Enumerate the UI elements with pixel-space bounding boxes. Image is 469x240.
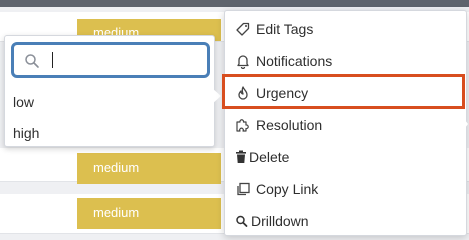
urgency-badge[interactable]: medium: [77, 198, 221, 229]
menu-item-delete[interactable]: Delete: [225, 141, 468, 173]
menu-pointer: [462, 116, 468, 132]
copy-icon: [235, 181, 251, 197]
menu-item-label: Copy Link: [256, 181, 319, 197]
bell-icon: [235, 53, 251, 69]
menu-item-urgency[interactable]: Urgency: [225, 77, 468, 109]
menu-item-drilldown[interactable]: Drilldown: [225, 205, 468, 237]
menu-item-notifications[interactable]: Notifications: [225, 45, 468, 77]
text-cursor: [52, 52, 53, 68]
menu-item-label: Urgency: [256, 85, 309, 101]
top-bar: [0, 0, 469, 7]
menu-item-label: Notifications: [256, 53, 333, 69]
search-field[interactable]: [11, 42, 210, 78]
search-input[interactable]: [48, 49, 198, 71]
puzzle-icon: [235, 117, 251, 133]
menu-item-resolution[interactable]: Resolution: [225, 109, 468, 141]
context-menu: Edit Tags Notifications Urgency Resoluti…: [224, 10, 467, 236]
menu-item-edit-tags[interactable]: Edit Tags: [225, 13, 468, 45]
option-low[interactable]: low: [13, 94, 34, 110]
menu-item-label: Edit Tags: [256, 21, 314, 37]
search-icon: [24, 53, 40, 69]
menu-item-label: Drilldown: [251, 213, 309, 229]
flame-icon: [235, 85, 251, 101]
menu-item-label: Resolution: [256, 117, 323, 133]
dropdown-pointer: [212, 88, 221, 104]
option-high[interactable]: high: [13, 125, 39, 141]
menu-item-copy-link[interactable]: Copy Link: [225, 173, 468, 205]
tag-icon: [235, 21, 251, 37]
urgency-badge[interactable]: medium: [77, 153, 221, 184]
search-icon: [235, 213, 251, 229]
menu-item-label: Delete: [249, 149, 290, 165]
urgency-dropdown: low high: [4, 35, 215, 147]
